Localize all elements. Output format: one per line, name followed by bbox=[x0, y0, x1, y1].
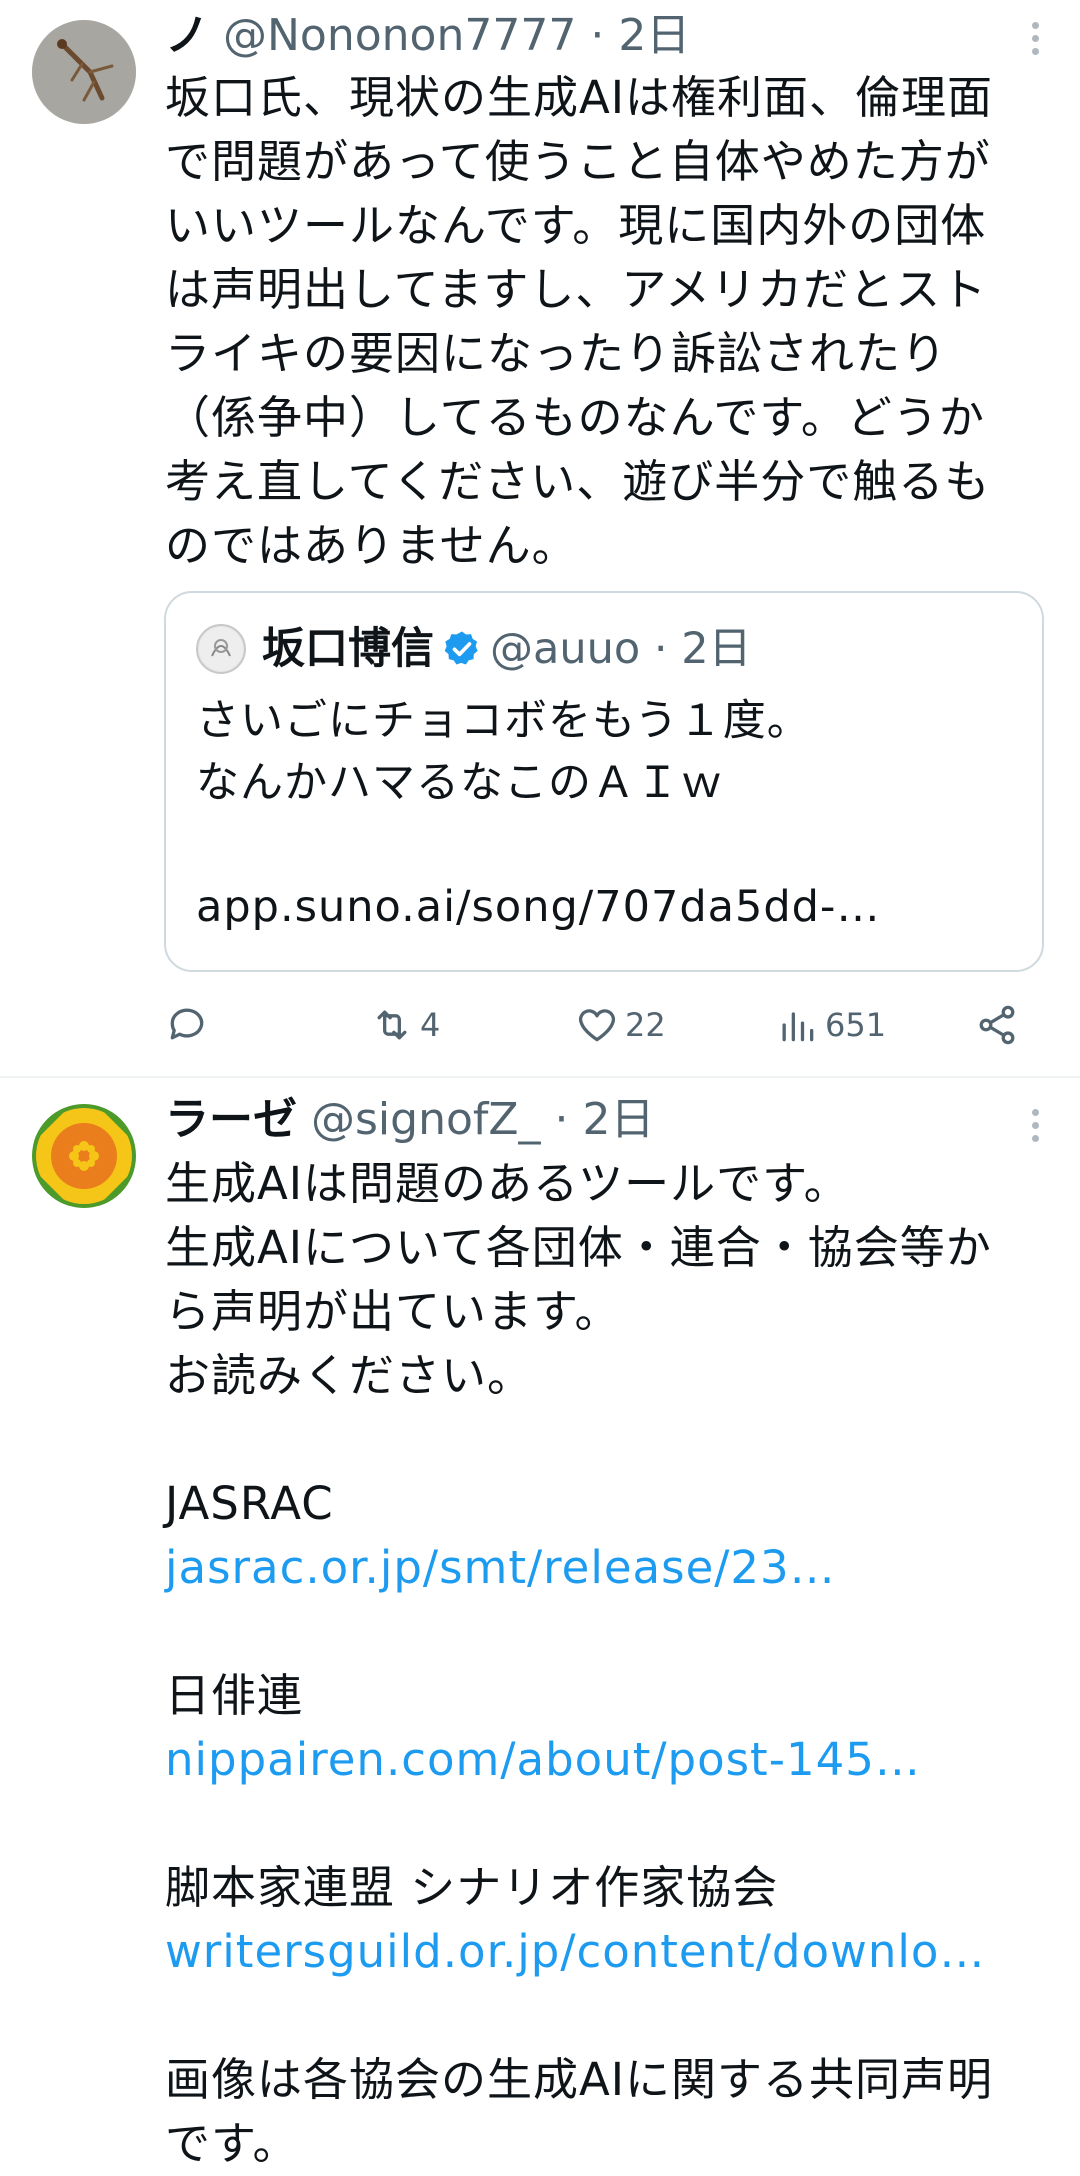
text-line: なんかハマるなこのＡＩｗ bbox=[196, 758, 724, 808]
reply-button[interactable] bbox=[165, 995, 215, 1055]
mantis-photo-icon bbox=[32, 20, 136, 124]
tweet-nononon[interactable]: ノ @Nononon7777 · 2日 坂口氏、現状の生成AIは権利面、倫理面 … bbox=[0, 0, 1080, 1076]
display-name[interactable]: ノ bbox=[165, 10, 209, 61]
quoted-text: さいごにチョコボをもう１度。 なんかハマるなこのＡＩｗ app.suno.ai/… bbox=[196, 690, 1022, 938]
text-line: さいごにチョコボをもう１度。 bbox=[196, 696, 811, 746]
tweet-link[interactable]: writersguild.or.jp/content/downlo… bbox=[165, 1920, 1040, 1984]
text-line: ら声明が出ています。 bbox=[165, 1285, 621, 1338]
tweet-text: 坂口氏、現状の生成AIは権利面、倫理面 で問題があって使うこと自体やめた方が い… bbox=[165, 66, 1040, 578]
text-line: です。 bbox=[165, 2117, 299, 2170]
action-bar: 4 22 651 bbox=[165, 995, 1025, 1055]
text-line: 生成AIは問題のあるツールです。 bbox=[165, 1157, 850, 1210]
more-icon[interactable] bbox=[1028, 22, 1042, 62]
text-line bbox=[165, 1408, 1040, 1472]
display-name[interactable]: ラーゼ bbox=[165, 1094, 297, 1145]
text-line: （係争中）してるものなんです。どうか bbox=[165, 391, 985, 444]
tweet-header: ラーゼ @signofZ_ · 2日 bbox=[165, 1092, 1020, 1148]
reply-icon bbox=[170, 1008, 204, 1040]
separator-dot: · bbox=[653, 624, 668, 674]
text-line: 考え直してください、遊び半分で触るも bbox=[165, 455, 991, 508]
text-line: 坂口氏、現状の生成AIは権利面、倫理面 bbox=[165, 71, 994, 124]
more-icon[interactable] bbox=[1028, 1109, 1042, 1149]
views-icon bbox=[782, 1012, 814, 1042]
separator-dot: · bbox=[590, 10, 605, 61]
retweet-count: 4 bbox=[420, 1006, 441, 1044]
views-count: 651 bbox=[825, 1006, 887, 1044]
text-line bbox=[196, 814, 1022, 876]
views-button[interactable]: 651 bbox=[775, 995, 886, 1055]
text-line: のではありません。 bbox=[165, 519, 578, 572]
quoted-timestamp: 2日 bbox=[681, 624, 752, 674]
like-icon bbox=[578, 1009, 616, 1042]
like-count: 22 bbox=[625, 1006, 666, 1044]
text-line: JASRAC bbox=[165, 1477, 334, 1530]
share-button[interactable] bbox=[975, 995, 1019, 1055]
text-line: ライキの要因になったり訴訟されたり bbox=[165, 327, 948, 380]
text-line: 日俳連 bbox=[165, 1669, 304, 1722]
like-button[interactable]: 22 bbox=[575, 995, 666, 1055]
text-line: いいツールなんです。現に国内外の団体 bbox=[165, 199, 987, 252]
text-line: お読みください。 bbox=[165, 1349, 534, 1402]
retweet-icon bbox=[377, 1010, 407, 1040]
text-line bbox=[165, 1600, 1040, 1664]
timestamp[interactable]: 2日 bbox=[583, 1094, 655, 1145]
quoted-avatar bbox=[196, 624, 246, 674]
share-icon bbox=[979, 1005, 1015, 1045]
tweet-text: 生成AIは問題のあるツールです。生成AIについて各団体・連合・協会等か ら声明が出… bbox=[165, 1152, 1040, 2176]
text-line: は声明出してますし、アメリカだとスト bbox=[165, 263, 988, 316]
user-handle[interactable]: @signofZ_ bbox=[311, 1094, 541, 1145]
portrait-sketch-icon bbox=[199, 627, 243, 671]
text-line: 画像は各協会の生成AIに関する共同声明 bbox=[165, 2053, 994, 2106]
text-line bbox=[165, 1984, 1040, 2048]
avatar-nononon[interactable] bbox=[32, 20, 136, 124]
tweet-header: ノ @Nononon7777 · 2日 bbox=[165, 8, 1020, 64]
tweet-signofz[interactable]: ラーゼ @signofZ_ · 2日 生成AIは問題のあるツールです。生成AIに… bbox=[0, 1077, 1080, 2170]
quoted-tweet[interactable]: 坂口博信 @auuo · 2日 さいごにチョコボをもう１度。 なんかハマるなこのＡ… bbox=[164, 591, 1044, 972]
flower-icon bbox=[32, 1104, 136, 1208]
retweet-button[interactable]: 4 bbox=[370, 995, 440, 1055]
verified-icon bbox=[444, 631, 478, 665]
tweet-link[interactable]: jasrac.or.jp/smt/release/23… bbox=[165, 1536, 1040, 1600]
avatar-signofz[interactable] bbox=[32, 1104, 136, 1208]
text-line: 脚本家連盟 シナリオ作家協会 bbox=[165, 1861, 779, 1914]
text-line: 生成AIについて各団体・連合・協会等か bbox=[165, 1221, 992, 1274]
separator-dot: · bbox=[554, 1094, 569, 1145]
quoted-header: 坂口博信 @auuo · 2日 bbox=[262, 619, 752, 679]
user-handle[interactable]: @Nononon7777 bbox=[223, 10, 576, 61]
timestamp[interactable]: 2日 bbox=[618, 10, 690, 61]
quoted-display-name: 坂口博信 bbox=[262, 624, 434, 674]
quoted-link[interactable]: app.suno.ai/song/707da5dd-… bbox=[196, 876, 1022, 938]
quoted-handle: @auuo bbox=[490, 624, 641, 674]
text-line bbox=[165, 1792, 1040, 1856]
text-line: で問題があって使うこと自体やめた方が bbox=[165, 135, 991, 188]
tweet-link[interactable]: nippairen.com/about/post-145… bbox=[165, 1728, 1040, 1792]
